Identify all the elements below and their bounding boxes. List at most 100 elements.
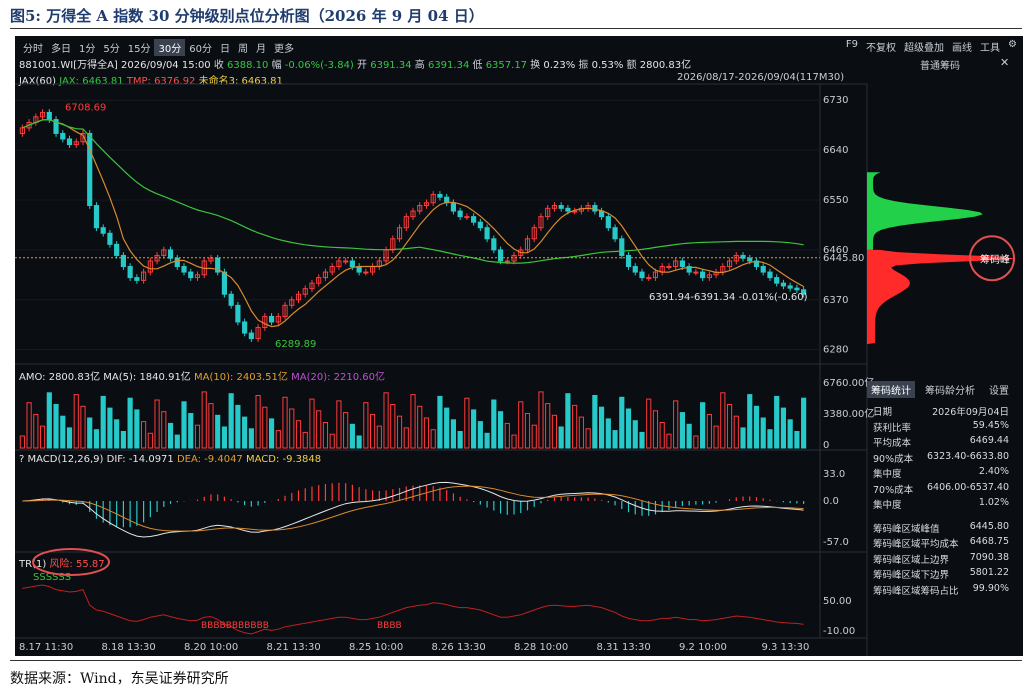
volume-bar bbox=[605, 418, 611, 449]
volume-bar bbox=[706, 413, 712, 449]
volume-bar bbox=[242, 416, 248, 449]
volume-bar bbox=[477, 421, 483, 449]
stat-value: 5801.22 bbox=[969, 567, 1009, 578]
candle-body bbox=[66, 138, 73, 146]
stat-value: 7090.38 bbox=[969, 551, 1009, 563]
candle-body bbox=[484, 227, 490, 240]
volume-bar bbox=[383, 392, 389, 449]
x-tick-label: 8.31 13:30 bbox=[597, 642, 651, 653]
candle-body bbox=[457, 210, 463, 218]
candle-body bbox=[268, 315, 275, 323]
volume-bar bbox=[646, 398, 652, 449]
x-tick-label: 8.28 10:00 bbox=[514, 642, 568, 653]
volume-bar bbox=[410, 394, 416, 449]
candle-body bbox=[632, 266, 638, 273]
volume-bar bbox=[255, 395, 261, 449]
volume-bar bbox=[93, 429, 100, 449]
stat-label: 筹码峰区域峰值 bbox=[873, 523, 940, 535]
volume-bar bbox=[302, 431, 308, 449]
candle-body bbox=[787, 285, 793, 289]
candle-body bbox=[228, 293, 234, 306]
volume-bar bbox=[726, 404, 733, 449]
volume-bar bbox=[625, 408, 632, 449]
candle-body bbox=[780, 282, 787, 287]
stat-tabs: 筹码统计 筹码龄分析 设置 bbox=[867, 381, 1013, 398]
volume-bar bbox=[188, 413, 194, 449]
candle-body bbox=[221, 271, 228, 295]
x-tick-label: 8.21 13:30 bbox=[267, 642, 321, 653]
volume-bar bbox=[262, 406, 268, 449]
range-annotation: 6391.94-6391.34 -0.01%(-0.60) bbox=[649, 292, 808, 303]
stat-value: 6406.00-6537.40 bbox=[927, 481, 1009, 493]
volume-bar bbox=[632, 420, 638, 449]
stat-tab-1[interactable]: 筹码龄分析 bbox=[921, 381, 979, 398]
volume-bar bbox=[336, 400, 342, 449]
price-tick: 6730 bbox=[823, 95, 848, 106]
volume-bar bbox=[120, 431, 126, 449]
volume-bar bbox=[100, 395, 106, 449]
stat-row: 获利比率 59.45% bbox=[873, 420, 1009, 436]
stat-tab-2[interactable]: 设置 bbox=[985, 381, 1013, 398]
volume-bar bbox=[511, 434, 517, 449]
candle-body bbox=[356, 266, 362, 273]
volume-bar bbox=[484, 432, 490, 449]
chart-terminal: 分时 多日 1分 5分 15分 30分 60分日周月更多 F9 不复权 超级叠加 画线 工具 ⚙ 普通… bbox=[15, 36, 1023, 656]
volume-bar bbox=[572, 404, 578, 449]
volume-bar bbox=[457, 431, 463, 449]
volume-bar bbox=[747, 394, 753, 449]
volume-bar bbox=[268, 418, 275, 449]
candle-body bbox=[450, 202, 456, 212]
candle-body bbox=[491, 238, 497, 251]
volume-bar bbox=[363, 402, 369, 449]
volume-bar bbox=[329, 433, 335, 449]
volume-bar bbox=[403, 427, 409, 449]
volume-bar bbox=[585, 428, 591, 449]
volume-bar bbox=[693, 435, 699, 449]
price-tick: 6280 bbox=[823, 345, 848, 356]
stat-label: 获利比率 bbox=[873, 422, 912, 434]
candle-body bbox=[646, 277, 652, 280]
volume-bar bbox=[801, 397, 807, 449]
volume-bar bbox=[107, 407, 113, 449]
stat-value: 6445.80 bbox=[969, 520, 1009, 532]
candle-body bbox=[700, 271, 706, 279]
stat-label: 筹码峰区域上边界 bbox=[873, 554, 950, 566]
candle-body bbox=[242, 321, 248, 334]
low-annotation: 6289.89 bbox=[275, 339, 316, 350]
x-tick-label: 8.25 10:00 bbox=[349, 642, 403, 653]
volume-bar bbox=[343, 412, 349, 449]
volume-bar bbox=[780, 407, 787, 449]
volume-bar bbox=[127, 397, 133, 449]
stat-label: 集中度 bbox=[873, 500, 902, 511]
amo-tick: 0 bbox=[823, 440, 829, 451]
candle-body bbox=[107, 232, 113, 245]
stat-label: 90%成本 bbox=[873, 453, 914, 465]
volume-bar bbox=[491, 399, 497, 449]
candle-body bbox=[167, 249, 174, 259]
amo-tick: 3380.00亿 bbox=[823, 407, 874, 420]
macd-tick: -57.0 bbox=[823, 537, 849, 548]
candle-body bbox=[471, 216, 477, 223]
volume-bar bbox=[619, 396, 625, 449]
volume-bar bbox=[787, 419, 793, 449]
candle-body bbox=[619, 238, 625, 256]
candle-body bbox=[612, 227, 618, 240]
stat-row: 筹码峰区域下边界 5801.22 bbox=[873, 567, 1009, 583]
volume-bar bbox=[558, 426, 564, 449]
volume-bar bbox=[598, 406, 605, 449]
volume-bar bbox=[215, 414, 221, 449]
candle-body bbox=[497, 249, 504, 262]
stat-row: 筹码峰区域峰值 6445.80 bbox=[873, 521, 1009, 537]
stat-row: 日期 2026年09月04日 bbox=[873, 404, 1009, 420]
candle-body bbox=[188, 271, 194, 279]
candle-body bbox=[46, 111, 52, 121]
stat-row: 70%成本 6406.00-6537.40 bbox=[873, 482, 1009, 498]
volume-bar bbox=[181, 401, 187, 449]
volume-bar bbox=[531, 424, 537, 449]
stat-row: 集中度 2.40% bbox=[873, 466, 1009, 482]
candle-body bbox=[235, 304, 241, 323]
stat-tab-0[interactable]: 筹码统计 bbox=[867, 381, 915, 398]
x-tick-label: 8.17 11:30 bbox=[19, 642, 73, 653]
volume-bar bbox=[753, 405, 760, 449]
candle-body bbox=[349, 260, 355, 268]
